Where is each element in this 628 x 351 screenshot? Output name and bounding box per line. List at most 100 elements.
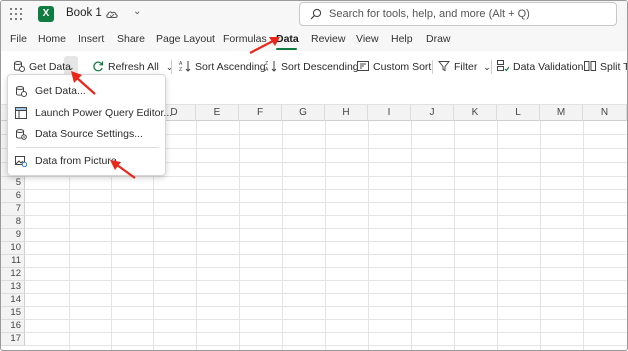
gridline <box>196 121 197 350</box>
gridline <box>25 254 627 255</box>
svg-text:Z: Z <box>179 67 182 72</box>
tab-insert[interactable]: Insert <box>78 33 104 45</box>
tab-help[interactable]: Help <box>391 33 413 45</box>
split-text-icon <box>584 61 596 72</box>
row-header[interactable]: 6 <box>1 190 25 203</box>
tab-home[interactable]: Home <box>38 33 66 45</box>
row-header[interactable]: 11 <box>1 255 25 268</box>
column-header[interactable]: F <box>239 105 282 121</box>
sort-ascending-label: Sort Ascending <box>195 61 266 73</box>
column-header[interactable]: J <box>411 105 454 121</box>
ribbon-separator <box>491 60 492 74</box>
custom-sort-label: Custom Sort <box>373 61 432 73</box>
gridline <box>25 306 627 307</box>
search-box[interactable]: Search for tools, help, and more (Alt + … <box>299 2 617 26</box>
database-icon <box>14 61 25 73</box>
column-header[interactable]: M <box>540 105 583 121</box>
column-header[interactable]: I <box>368 105 411 121</box>
menu-item-launch-power-query[interactable]: Launch Power Query Editor... <box>8 103 172 123</box>
filter-icon <box>438 61 450 72</box>
ribbon-separator <box>171 60 172 74</box>
gridline <box>239 121 240 350</box>
column-header[interactable]: K <box>454 105 497 121</box>
row-header[interactable]: 12 <box>1 268 25 281</box>
gridline <box>583 121 584 350</box>
row-header[interactable]: 13 <box>1 281 25 294</box>
refresh-all-button[interactable]: Refresh All ⌄ <box>92 59 173 75</box>
column-header[interactable]: N <box>583 105 627 121</box>
refresh-all-label: Refresh All <box>108 61 159 73</box>
custom-sort-button[interactable]: Custom Sort <box>357 59 431 75</box>
gridline <box>25 319 627 320</box>
gridline <box>25 267 627 268</box>
tab-page-layout[interactable]: Page Layout <box>156 33 215 45</box>
row-header[interactable]: 14 <box>1 294 25 307</box>
column-header[interactable]: E <box>196 105 239 121</box>
database-settings-icon <box>16 129 27 140</box>
menu-item-data-from-picture[interactable]: Data from Picture <box>8 151 165 171</box>
tab-review[interactable]: Review <box>311 33 345 45</box>
row-header[interactable]: 8 <box>1 216 25 229</box>
sort-ascending-button[interactable]: A Z Sort Ascending <box>179 59 266 75</box>
data-validation-icon <box>497 60 509 72</box>
column-header[interactable]: L <box>497 105 540 121</box>
row-header[interactable]: 16 <box>1 320 25 333</box>
sort-ascending-icon: AZ <box>179 61 191 72</box>
custom-sort-icon <box>357 61 369 72</box>
menu-item-label: Data Source Settings... <box>35 128 143 140</box>
row-header[interactable]: 17 <box>1 333 25 346</box>
gridline <box>25 280 627 281</box>
gridline <box>25 202 627 203</box>
search-icon <box>310 8 322 20</box>
database-icon <box>16 86 27 97</box>
tab-draw[interactable]: Draw <box>426 33 451 45</box>
annotation-arrow-icon <box>110 160 136 179</box>
split-text-button[interactable]: Split T <box>584 59 628 75</box>
annotation-arrow-icon <box>249 37 280 54</box>
chevron-down-icon: ⌄ <box>483 62 491 72</box>
split-text-label: Split T <box>600 61 628 73</box>
chevron-down-icon[interactable]: ⌄ <box>133 6 141 17</box>
gridline <box>25 293 627 294</box>
get-data-button[interactable]: Get Data <box>13 59 71 75</box>
app-launcher-icon[interactable] <box>10 8 22 20</box>
gridline <box>454 121 455 350</box>
column-header[interactable]: H <box>325 105 368 121</box>
search-placeholder: Search for tools, help, and more (Alt + … <box>329 8 530 20</box>
menu-divider <box>16 147 159 148</box>
gridline <box>25 241 627 242</box>
gridline <box>411 121 412 350</box>
tab-view[interactable]: View <box>356 33 379 45</box>
excel-window: X Book 1 ⌄ Search for tools, help, and m… <box>0 0 628 351</box>
tab-share[interactable]: Share <box>117 33 145 45</box>
row-header[interactable]: 9 <box>1 229 25 242</box>
sort-descending-button[interactable]: Z A Sort Descending <box>265 59 359 75</box>
gridline <box>325 121 326 350</box>
chevron-down-icon: ⌄ <box>165 62 174 72</box>
gridline <box>540 121 541 350</box>
gridline <box>282 121 283 350</box>
menu-item-label: Data from Picture <box>35 155 117 167</box>
tab-file[interactable]: File <box>10 33 27 45</box>
filter-button[interactable]: Filter ⌄ <box>438 59 491 75</box>
workbook-name[interactable]: Book 1 <box>66 7 102 19</box>
row-header[interactable]: 5 <box>1 177 25 190</box>
gridline <box>25 189 627 190</box>
excel-icon: X <box>38 6 54 22</box>
row-header[interactable]: 7 <box>1 203 25 216</box>
row-header[interactable]: 15 <box>1 307 25 320</box>
ribbon-separator <box>432 60 433 74</box>
cloud-saved-icon <box>106 11 118 18</box>
gridline <box>497 121 498 350</box>
gridline <box>25 228 627 229</box>
sort-descending-icon: ZA <box>265 61 277 72</box>
annotation-arrow-icon <box>71 71 96 95</box>
svg-text:A: A <box>265 67 269 72</box>
column-header[interactable]: G <box>282 105 325 121</box>
ribbon-tabs: File Home Insert Share Page Layout Formu… <box>1 27 627 51</box>
data-validation-button[interactable]: Data Validation <box>497 59 583 75</box>
row-header[interactable]: 10 <box>1 242 25 255</box>
picture-icon <box>15 156 27 167</box>
menu-item-data-source-settings[interactable]: Data Source Settings... <box>8 124 165 144</box>
menu-item-label: Launch Power Query Editor... <box>35 107 173 119</box>
